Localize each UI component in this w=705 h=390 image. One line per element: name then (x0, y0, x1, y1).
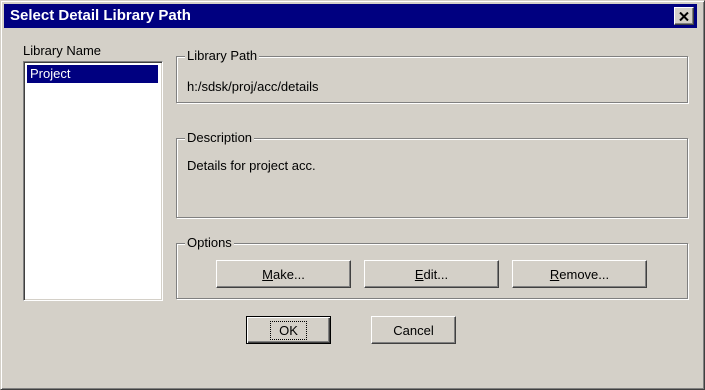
cancel-button[interactable]: Cancel (371, 316, 456, 344)
list-item-project[interactable]: Project (27, 65, 158, 83)
remove-button-label: Remove... (549, 266, 610, 282)
ok-button[interactable]: OK (246, 316, 331, 344)
edit-button[interactable]: Edit... (364, 260, 499, 288)
library-path-group: Library Path h:/sdsk/proj/acc/details (176, 48, 688, 103)
description-group: Description Details for project acc. (176, 130, 688, 218)
ok-button-label: OK (270, 320, 307, 340)
title-bar[interactable]: Select Detail Library Path (4, 4, 697, 28)
library-name-listbox[interactable]: Project (23, 61, 163, 301)
window-title: Select Detail Library Path (10, 7, 191, 24)
library-path-legend: Library Path (185, 48, 260, 63)
select-detail-library-path-dialog: Select Detail Library Path Library Name … (0, 0, 705, 390)
cancel-button-label: Cancel (393, 322, 434, 338)
edit-button-label: Edit... (414, 266, 449, 282)
options-legend: Options (185, 235, 234, 250)
library-path-value: h:/sdsk/proj/acc/details (187, 79, 319, 94)
remove-button[interactable]: Remove... (512, 260, 647, 288)
close-button[interactable] (674, 7, 694, 25)
make-button[interactable]: Make... (216, 260, 351, 288)
description-legend: Description (185, 130, 255, 145)
description-value: Details for project acc. (187, 158, 316, 173)
make-button-label: Make... (262, 266, 305, 282)
library-name-label: Library Name (23, 43, 102, 58)
close-icon (679, 11, 689, 21)
